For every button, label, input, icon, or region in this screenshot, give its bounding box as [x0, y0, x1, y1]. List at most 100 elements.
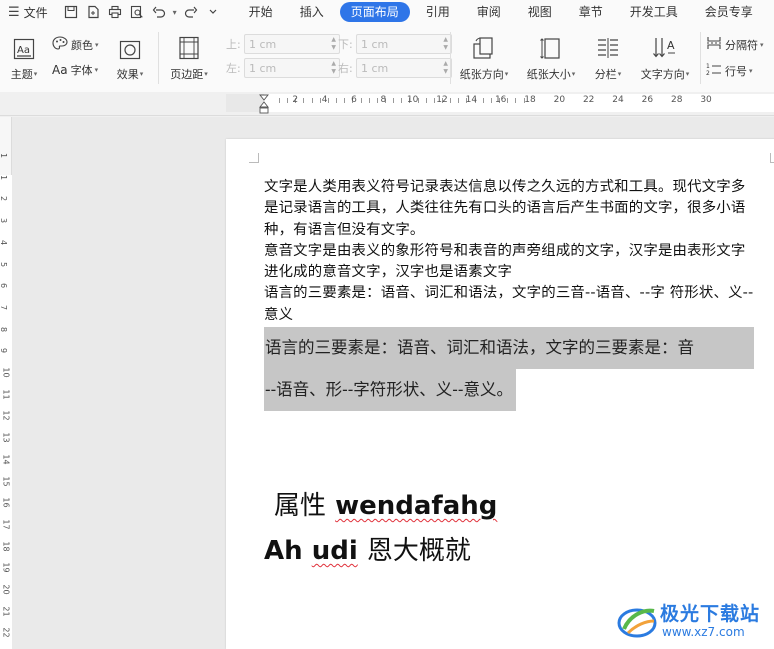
save-icon[interactable]	[60, 1, 82, 23]
line-numbers-button[interactable]: 12 行号 ▾	[706, 62, 753, 79]
margin-bottom-field[interactable]: 1 cm ▲ ▼	[356, 34, 452, 54]
file-menu-label: 文件	[23, 5, 48, 20]
selected-text-block[interactable]: 语言的三要素是：语音、词汇和语法，文字的三要素是：音 --语音、形--字符形状、…	[264, 327, 754, 411]
ruler-label: 8	[380, 95, 387, 105]
tab-member[interactable]: 会员专享	[694, 2, 764, 22]
redo-icon[interactable]	[180, 1, 202, 23]
margin-bottom-label: 下:	[338, 38, 353, 51]
text-direction-icon: A	[652, 30, 678, 60]
large-text-line[interactable]: 属性 wendafahg	[274, 485, 497, 522]
large-text-line[interactable]: Ah udi 恩大概就	[264, 530, 471, 567]
paragraph[interactable]: 文字是人类用表义符号记录表达信息以传之久远的方式和工具。现代文字多是记录语言的工…	[264, 177, 756, 241]
ruler-label: 11	[1, 389, 11, 400]
ruler-tick	[482, 98, 484, 103]
margin-top-spinner[interactable]: 上: 1 cm ▲ ▼	[226, 34, 340, 54]
ruler-label: 6	[351, 95, 357, 105]
spinner-arrows-icon[interactable]: ▲ ▼	[331, 36, 336, 52]
paper-size-button[interactable]: 纸张大小 ▾	[522, 30, 580, 82]
font-theme-button[interactable]: Aa 字体 ▾	[52, 62, 98, 78]
ruler-label: 26	[641, 95, 654, 105]
ruler-tick	[507, 98, 509, 103]
tab-page-layout[interactable]: 页面布局	[339, 2, 410, 22]
margin-right-label: 右:	[338, 62, 353, 75]
print-icon[interactable]	[104, 1, 126, 23]
ruler-tick	[401, 98, 403, 103]
chevron-down-icon: ▾	[95, 40, 99, 49]
divider	[158, 32, 159, 84]
customize-toolbar-icon[interactable]	[202, 1, 224, 23]
ruler-tick	[311, 98, 313, 103]
columns-button[interactable]: 分栏 ▾	[590, 30, 626, 82]
indent-marker-icon[interactable]	[259, 93, 269, 115]
ruler-label: 7	[0, 305, 8, 310]
margins-button[interactable]: 页边距 ▾	[166, 30, 212, 82]
chevron-down-icon: ▾	[204, 70, 208, 78]
effect-icon	[119, 30, 141, 60]
vertical-ruler[interactable]: 112345678910111213141516171819202122	[0, 117, 12, 649]
tab-references[interactable]: 引用	[415, 2, 461, 22]
ruler-tick	[376, 98, 378, 103]
color-button[interactable]: 颜色 ▾	[52, 36, 99, 53]
orientation-icon	[472, 30, 496, 60]
document-canvas[interactable]: 文字是人类用表义符号记录表达信息以传之久远的方式和工具。现代文字多是记录语言的工…	[12, 117, 774, 649]
spinner-arrows-icon[interactable]: ▲ ▼	[443, 36, 448, 52]
selected-line[interactable]: --语音、形--字符形状、义--意义。	[264, 369, 516, 411]
tab-view[interactable]: 视图	[517, 2, 563, 22]
horizontal-ruler[interactable]: 2 4 6 8 10 12 14 16 18 20 22 24 26 28 30	[0, 92, 774, 116]
undo-dropdown-icon[interactable]: ▾	[170, 8, 180, 17]
margin-top-field[interactable]: 1 cm ▲ ▼	[244, 34, 340, 54]
export-pdf-icon[interactable]	[82, 1, 104, 23]
chevron-down-icon: ▾	[139, 70, 144, 78]
margin-left-value: 1 cm	[249, 61, 277, 75]
ruler-label: 22	[582, 95, 595, 105]
theme-button[interactable]: Aa 主题 ▾	[6, 30, 42, 82]
ruler-tick	[433, 98, 435, 103]
spinner-arrows-icon[interactable]: ▲ ▼	[443, 60, 448, 76]
margin-left-spinner[interactable]: 左: 1 cm ▲ ▼	[226, 58, 340, 78]
tab-chapter[interactable]: 章节	[568, 2, 614, 22]
ruler-label: 20	[1, 584, 11, 595]
text-run: 恩大概就	[366, 536, 471, 566]
tab-review[interactable]: 审阅	[466, 2, 512, 22]
ruler-label: 24	[612, 95, 624, 105]
ruler-tick	[458, 98, 460, 103]
tab-insert[interactable]: 插入	[289, 2, 335, 22]
page-corner-mark	[770, 153, 774, 163]
margin-right-spinner[interactable]: 右: 1 cm ▲ ▼	[338, 58, 452, 78]
print-preview-icon[interactable]	[126, 1, 148, 23]
ruler-label: 6	[0, 283, 8, 288]
margin-right-field[interactable]: 1 cm ▲ ▼	[356, 58, 452, 78]
svg-text:A: A	[667, 39, 675, 52]
ruler-label: 16	[494, 95, 507, 105]
line-numbers-icon: 12	[706, 62, 722, 79]
margins-label: 页边距	[170, 68, 204, 81]
ruler-label: 18	[524, 95, 536, 105]
margins-icon	[178, 30, 200, 60]
theme-label: 主题	[10, 68, 33, 81]
ruler-tick	[287, 98, 289, 103]
misspelled-word[interactable]: wendafahg	[335, 491, 497, 521]
margin-bottom-spinner[interactable]: 下: 1 cm ▲ ▼	[338, 34, 452, 54]
tab-home[interactable]: 开始	[238, 2, 284, 22]
text-run: Ah	[264, 536, 303, 566]
ruler-label: 4	[0, 240, 8, 245]
undo-icon[interactable]	[148, 1, 170, 23]
selected-line[interactable]: 语言的三要素是：语音、词汇和语法，文字的三要素是：音	[264, 327, 754, 369]
breaks-button[interactable]: 分隔符 ▾	[706, 36, 764, 53]
misspelled-word[interactable]: udi	[312, 536, 358, 566]
document-body[interactable]: 文字是人类用表义符号记录表达信息以传之久远的方式和工具。现代文字多是记录语言的工…	[264, 177, 756, 326]
ruler-label: 1	[0, 175, 8, 180]
spinner-arrows-icon[interactable]: ▲ ▼	[331, 60, 336, 76]
margin-right-value: 1 cm	[361, 61, 389, 75]
margin-left-field[interactable]: 1 cm ▲ ▼	[244, 58, 340, 78]
paragraph[interactable]: 意音文字是由表义的象形符号和表音的声旁组成的文字，汉字是由表形文字进化成的意音文…	[264, 241, 756, 284]
orientation-button[interactable]: 纸张方向 ▾	[454, 30, 514, 82]
paragraph[interactable]: 语言的三要素是：语音、词汇和语法，文字的三音--语音、--字 符形状、义--意义	[264, 283, 756, 326]
document-page[interactable]: 文字是人类用表义符号记录表达信息以传之久远的方式和工具。现代文字多是记录语言的工…	[226, 139, 774, 649]
tab-developer[interactable]: 开发工具	[619, 2, 689, 22]
effect-button[interactable]: 效果 ▾	[112, 30, 148, 82]
font-aa-icon: Aa	[52, 63, 68, 77]
text-direction-button[interactable]: A 文字方向 ▾	[634, 30, 696, 82]
ruler-label: 12	[1, 410, 11, 421]
file-menu-button[interactable]: ☰ 文件	[0, 0, 54, 24]
